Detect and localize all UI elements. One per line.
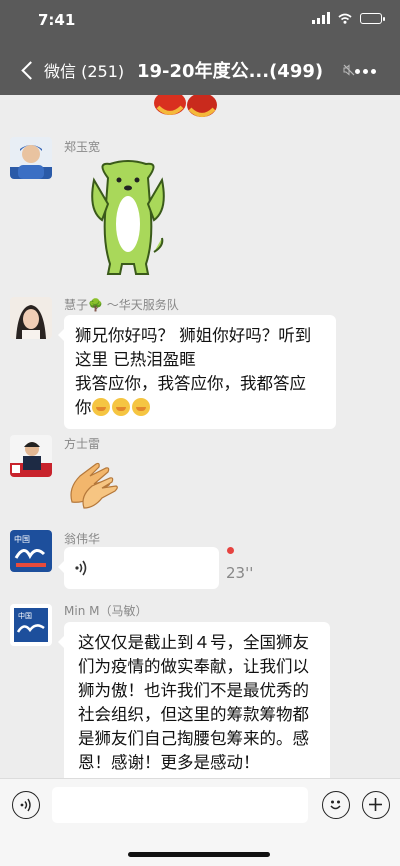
sender-name: 郑玉宽: [64, 140, 101, 154]
voice-icon: [20, 798, 31, 812]
previous-sticker-image: [154, 95, 217, 117]
sender-name: Min M（马敏）: [64, 604, 148, 618]
battery-icon: [360, 12, 385, 24]
message-bubble[interactable]: 这仅仅是截止到４号，全国狮友 们为疫情的做实奉献，让我们以 狮为傲！也许我们不是…: [58, 622, 330, 784]
unread-dot: [227, 547, 234, 554]
green-dog-sticker[interactable]: [88, 160, 168, 278]
back-label: 微信 (251): [44, 62, 125, 81]
message-text: 社会组织，但这里的筹款筹物都: [78, 705, 309, 724]
wifi-icon: [338, 13, 352, 24]
message-text: 这仅仅是截止到４号，全国狮友: [78, 633, 309, 652]
voice-message-bubble[interactable]: [58, 547, 219, 589]
status-icons: [312, 12, 385, 24]
message-text: 你: [75, 398, 92, 417]
message-bubble[interactable]: 狮兄你好吗？ 狮姐你好吗？听到 这里 已热泪盈眶 我答应你，我答应你，我都答应 …: [58, 315, 336, 429]
crying-emoji-icon: [111, 398, 130, 416]
crying-emoji-icon: [131, 398, 150, 416]
chevron-left-icon: [21, 60, 40, 80]
crying-emoji-icon: [91, 398, 110, 416]
sender-name: 慧子🌳 ～华天服务队: [64, 298, 179, 312]
message-text: 狮兄你好吗？ 狮姐你好吗？听到: [75, 326, 312, 345]
smiley-icon: [330, 800, 341, 810]
message-text: 这里 已热泪盈眶: [75, 350, 196, 369]
avatar[interactable]: [10, 297, 52, 339]
message-text: 我答应你，我答应你，我都答应: [75, 374, 306, 393]
avatar[interactable]: 中国: [10, 604, 52, 646]
input-bar: [0, 778, 400, 866]
voice-duration: 23'': [226, 564, 254, 582]
message-text: 们为疫情的做实奉献，让我们以: [78, 657, 309, 676]
avatar[interactable]: 中国: [10, 530, 52, 572]
top-bar: 7:41 微信 (251) 19-20年度公...(499): [0, 0, 400, 95]
mute-icon: [343, 64, 355, 76]
avatar[interactable]: [10, 137, 52, 179]
message-text: 是狮友们自己掏腰包筹来的。感: [78, 729, 309, 748]
chat-title: 19-20年度公...(499): [137, 61, 324, 82]
sender-name: 方士雷: [64, 437, 101, 451]
back-button[interactable]: 微信 (251): [21, 58, 125, 82]
voice-wave-icon: [75, 560, 87, 576]
voice-input-button[interactable]: [12, 791, 40, 819]
emoji-button[interactable]: [322, 791, 350, 819]
plus-icon: [369, 798, 382, 811]
signal-icon: [312, 12, 330, 24]
message-text: 恩！感谢！更多是感动！: [78, 753, 260, 772]
svg-text:中国: 中国: [14, 534, 30, 544]
more-options-button[interactable]: [355, 69, 376, 74]
home-indicator: [128, 852, 270, 857]
status-time: 7:41: [38, 11, 76, 29]
add-button[interactable]: [362, 791, 390, 819]
svg-text:中国: 中国: [18, 611, 32, 620]
clapping-hands-sticker[interactable]: [66, 458, 122, 512]
avatar[interactable]: [10, 435, 52, 477]
message-input[interactable]: [52, 787, 308, 823]
sender-name: 翁伟华: [64, 532, 101, 546]
message-text: 狮为傲！也许我们不是最优秀的: [78, 681, 309, 700]
